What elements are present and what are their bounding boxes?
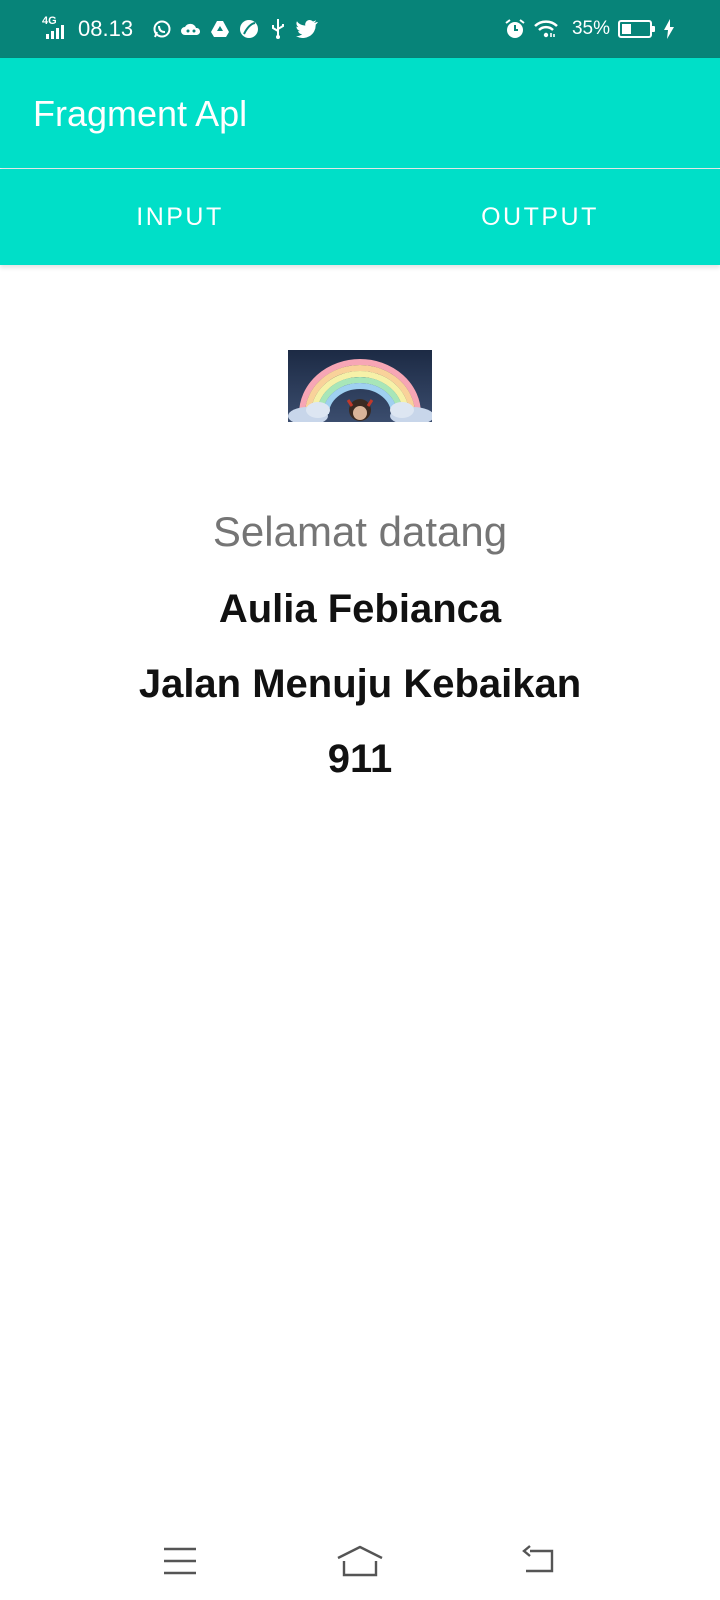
tab-output[interactable]: OUTPUT [360,169,720,265]
app-title: Fragment Apl [33,93,248,134]
battery-icon [618,20,655,38]
name-text: Aulia Febianca [218,587,502,631]
back-icon[interactable] [512,1538,568,1584]
charging-icon [662,18,676,40]
home-icon[interactable] [332,1538,388,1584]
app-bar: Fragment Apl [0,58,720,168]
status-bar: 4G 08.13 35% [0,0,720,58]
alarm-icon [504,18,526,40]
twitter-icon [296,18,318,40]
signal-icon: 4G [42,16,72,42]
status-bar-left: 4G 08.13 [42,16,325,42]
status-bar-right: 35% [504,18,676,40]
address-text: Jalan Menuju Kebaikan [138,662,582,706]
usb-icon [267,18,289,40]
tab-bar: INPUT OUTPUT [0,169,720,265]
menu-icon[interactable] [152,1538,208,1584]
cloud-game-icon [180,18,202,40]
rainbow-profile-image [288,350,432,422]
whatsapp-icon [151,18,173,40]
navigation-bar [0,1520,720,1600]
wifi-icon [533,18,559,40]
leaf-app-icon [238,18,260,40]
number-text: 911 [327,737,393,781]
status-time: 08.13 [78,16,134,41]
drive-icon [209,18,231,40]
tab-input[interactable]: INPUT [0,169,360,265]
battery-percent: 35% [571,18,610,39]
greeting-text: Selamat datang [212,508,508,555]
